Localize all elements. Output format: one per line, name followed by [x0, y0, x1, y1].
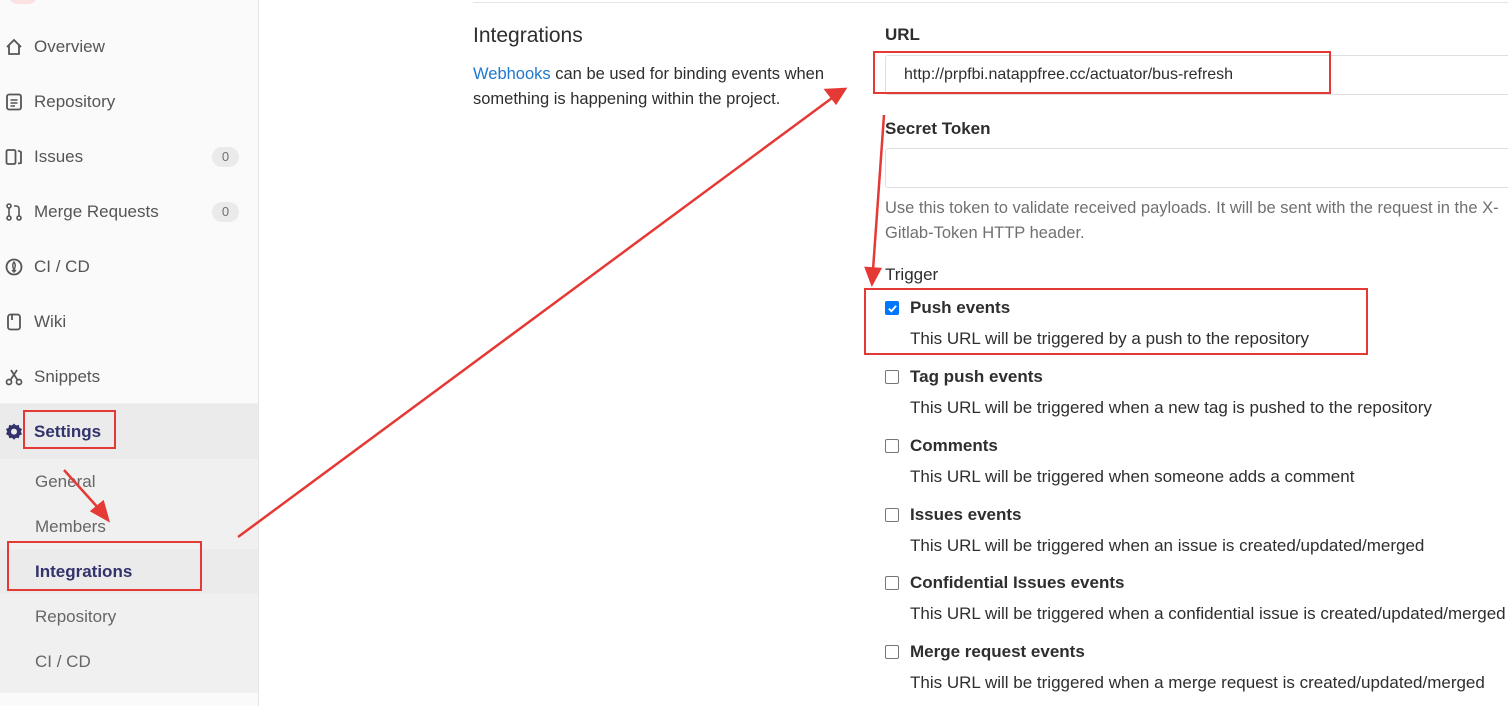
url-label: URL: [885, 25, 920, 44]
annotation-box-url: [873, 51, 1331, 94]
sidebar-subitem-label: CI / CD: [35, 651, 91, 671]
sidebar-item-merge-requests[interactable]: Merge Requests 0: [0, 184, 258, 239]
issues-count-badge: 0: [212, 146, 239, 167]
sidebar-item-label: Issues: [34, 146, 84, 166]
merge-request-events-checkbox[interactable]: [885, 645, 899, 659]
confidential-issues-events-checkbox[interactable]: [885, 576, 899, 590]
merge-request-events-help: This URL will be triggered when a merge …: [910, 673, 1485, 692]
project-avatar[interactable]: [8, 0, 38, 4]
sidebar-item-label: Overview: [34, 36, 105, 56]
sidebar-subitem-label: Members: [35, 516, 106, 536]
sidebar-item-label: Repository: [34, 91, 116, 111]
home-icon: [4, 37, 24, 57]
sidebar-item-snippets[interactable]: Snippets: [0, 349, 258, 404]
sidebar-subitem-label: General: [35, 471, 96, 491]
merge-request-icon: [4, 202, 24, 222]
annotation-arrow-url-to-trigger: [871, 114, 886, 271]
sidebar-item-wiki[interactable]: Wiki: [0, 294, 258, 349]
sidebar-subitem-repository[interactable]: Repository: [0, 594, 258, 639]
issues-events-label[interactable]: Issues events: [910, 505, 1022, 525]
book-icon: [4, 312, 24, 332]
comments-label[interactable]: Comments: [910, 436, 998, 456]
sidebar-item-ci-cd[interactable]: CI / CD: [0, 239, 258, 294]
sidebar-subitem-ci-cd[interactable]: CI / CD: [0, 639, 258, 684]
annotation-arrowhead: [864, 266, 883, 288]
tag-push-events-help: This URL will be triggered when a new ta…: [910, 398, 1432, 417]
annotation-box-push-events: [864, 288, 1368, 355]
sidebar-item-issues[interactable]: Issues 0: [0, 129, 258, 184]
secret-token-help: Use this token to validate received payl…: [885, 199, 1499, 242]
sidebar-subitem-label: Repository: [35, 606, 117, 626]
document-icon: [4, 92, 24, 112]
secret-token-input[interactable]: [885, 148, 1508, 188]
webhooks-link[interactable]: Webhooks: [473, 65, 551, 83]
sidebar: Overview Repository Issues 0 Merge Reque…: [0, 0, 259, 706]
section-description: Webhooks can be used for binding events …: [473, 62, 853, 112]
secret-token-label: Secret Token: [885, 119, 991, 138]
sidebar-item-label: CI / CD: [34, 256, 90, 276]
sidebar-item-label: Snippets: [34, 366, 101, 386]
comments-checkbox[interactable]: [885, 439, 899, 453]
merge-requests-count-badge: 0: [212, 201, 239, 222]
issues-events-checkbox[interactable]: [885, 508, 899, 522]
tag-push-events-label[interactable]: Tag push events: [910, 367, 1043, 387]
sidebar-item-overview[interactable]: Overview: [0, 19, 258, 74]
sidebar-item-repository[interactable]: Repository: [0, 74, 258, 129]
scissors-icon: [4, 367, 24, 387]
trigger-label: Trigger: [885, 265, 939, 284]
comments-help: This URL will be triggered when someone …: [910, 467, 1355, 486]
issues-events-help: This URL will be triggered when an issue…: [910, 536, 1425, 555]
tag-push-events-checkbox[interactable]: [885, 370, 899, 384]
annotation-box-integrations: [7, 541, 202, 591]
issues-icon: [4, 147, 24, 167]
annotation-arrow-integrations-to-url: [237, 96, 833, 539]
annotation-box-settings: [23, 410, 116, 449]
gear-icon: [4, 422, 24, 442]
rocket-icon: [4, 257, 24, 277]
sidebar-subitem-general[interactable]: General: [0, 459, 258, 504]
divider: [473, 2, 1508, 3]
confidential-issues-events-help: This URL will be triggered when a confid…: [910, 604, 1506, 623]
sidebar-item-label: Wiki: [34, 311, 67, 331]
sidebar-item-label: Merge Requests: [34, 201, 159, 221]
merge-request-events-label[interactable]: Merge request events: [910, 642, 1085, 662]
page-title: Integrations: [473, 24, 583, 47]
confidential-issues-events-label[interactable]: Confidential Issues events: [910, 573, 1124, 593]
